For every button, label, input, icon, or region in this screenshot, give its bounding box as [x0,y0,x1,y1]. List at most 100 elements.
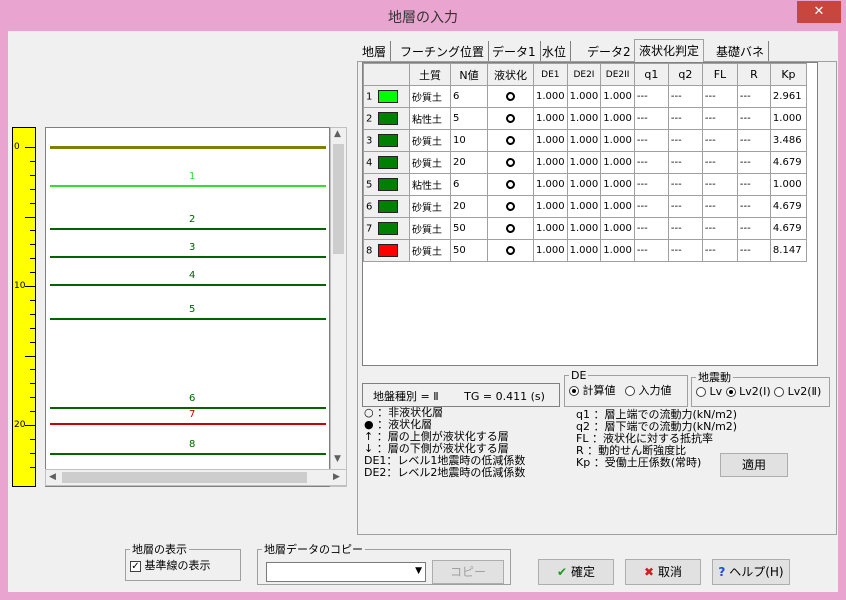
scroll-left-icon[interactable]: ◀ [49,472,56,482]
cell-de1[interactable]: 1.000 [533,173,568,196]
cell-soil[interactable]: 砂質土 [409,151,451,174]
quake-lv2-1-radio[interactable] [725,387,736,397]
cell-q1[interactable]: --- [633,195,669,218]
table-row[interactable]: 7 砂質土 50 1.000 1.000 1.000 --- --- --- --- 4.679 [363,217,807,240]
cell-q1[interactable]: --- [633,85,669,108]
cell-de2i[interactable]: 1.000 [566,151,602,174]
row-header[interactable]: 5 [363,173,410,196]
cell-de2ii[interactable]: 1.000 [600,85,635,108]
cell-fl[interactable]: --- [701,85,738,108]
liquefaction-cell[interactable] [487,239,534,262]
stratum-color-swatch[interactable] [378,178,399,191]
liquefaction-grid[interactable]: 土質 N値 液状化 DE1 DE2I DE2II q1 q2 FL R Kp 1… [362,62,818,366]
cell-fl[interactable]: --- [701,217,738,240]
stratum-color-swatch[interactable] [378,156,399,169]
liquefaction-cell[interactable] [487,151,534,174]
liquefaction-cell[interactable] [487,173,534,196]
stratum-color-swatch[interactable] [378,222,399,235]
cell-de2i[interactable]: 1.000 [566,129,602,152]
cell-r[interactable]: --- [736,239,771,262]
tab-liquefaction[interactable]: 液状化判定 [634,39,705,62]
tab-water-level[interactable]: 水位 [538,41,572,61]
cell-de1[interactable]: 1.000 [533,151,568,174]
cell-q2[interactable]: --- [667,107,703,130]
tab-data1[interactable]: データ1 [488,41,541,61]
cell-de1[interactable]: 1.000 [533,195,568,218]
cell-q2[interactable]: --- [667,173,703,196]
vertical-scroll-thumb[interactable] [333,144,344,254]
cell-q1[interactable]: --- [633,107,669,130]
copy-button[interactable]: コピー [432,560,504,584]
quake-lv2-2-label[interactable]: Lv2(Ⅱ) [788,385,822,398]
cell-de2ii[interactable]: 1.000 [600,217,635,240]
cell-kp[interactable]: 2.961 [769,85,807,108]
cell-n[interactable]: 20 [450,151,488,174]
cell-de2i[interactable]: 1.000 [566,217,602,240]
cell-de1[interactable]: 1.000 [533,239,568,262]
cell-de2i[interactable]: 1.000 [566,107,602,130]
cell-n[interactable]: 6 [450,173,488,196]
cell-fl[interactable]: --- [701,239,738,262]
cell-soil[interactable]: 砂質土 [409,195,451,218]
cell-fl[interactable]: --- [701,173,738,196]
table-row[interactable]: 6 砂質土 20 1.000 1.000 1.000 --- --- --- --- 4.679 [363,195,807,218]
cell-r[interactable]: --- [736,217,771,240]
tab-strata[interactable]: 地層 [358,41,392,61]
cell-de2ii[interactable]: 1.000 [600,107,635,130]
cell-soil[interactable]: 砂質土 [409,129,451,152]
cell-de2ii[interactable]: 1.000 [600,129,635,152]
cell-fl[interactable]: --- [701,151,738,174]
strata-view[interactable]: 1 2 3 4 5 6 7 8 [45,127,330,487]
cell-de2i[interactable]: 1.000 [566,239,602,262]
cell-de1[interactable]: 1.000 [533,85,568,108]
table-row[interactable]: 5 粘性土 6 1.000 1.000 1.000 --- --- --- --- 1.000 [363,173,807,196]
close-button[interactable]: ✕ [797,1,841,23]
de-calc-label[interactable]: 計算値 [583,384,616,397]
help-button[interactable]: ? ヘルプ(H) [712,559,790,585]
cell-r[interactable]: --- [736,85,771,108]
cell-soil[interactable]: 砂質土 [409,85,451,108]
cell-de1[interactable]: 1.000 [533,217,568,240]
cell-r[interactable]: --- [736,107,771,130]
cell-n[interactable]: 50 [450,239,488,262]
cell-r[interactable]: --- [736,195,771,218]
row-header[interactable]: 6 [363,195,410,218]
ok-button[interactable]: ✔ 確定 [538,559,614,585]
cell-r[interactable]: --- [736,173,771,196]
scroll-up-icon[interactable]: ▲ [334,129,341,139]
table-row[interactable]: 2 粘性土 5 1.000 1.000 1.000 --- --- --- --- 1.000 [363,107,807,130]
cell-de2ii[interactable]: 1.000 [600,173,635,196]
horizontal-scrollbar[interactable]: ◀ ▶ [45,469,347,486]
tab-footing-position[interactable]: フーチング位置 [396,41,490,61]
baseline-checkbox[interactable]: ✓ [130,560,141,572]
stratum-color-swatch[interactable] [378,200,399,213]
cell-q1[interactable]: --- [633,129,669,152]
quake-lv1-radio[interactable] [696,387,706,397]
row-header[interactable]: 8 [363,239,410,262]
cell-n[interactable]: 10 [450,129,488,152]
cell-n[interactable]: 20 [450,195,488,218]
scroll-down-icon[interactable]: ▼ [334,454,341,464]
cell-q1[interactable]: --- [633,217,669,240]
cell-fl[interactable]: --- [701,107,738,130]
cell-soil[interactable]: 粘性土 [409,173,451,196]
tab-foundation-spring[interactable]: 基礎バネ [712,41,770,61]
cell-de2ii[interactable]: 1.000 [600,151,635,174]
scroll-right-icon[interactable]: ▶ [333,472,340,482]
cell-de1[interactable]: 1.000 [533,107,568,130]
de-input-radio[interactable] [625,386,635,396]
cell-kp[interactable]: 1.000 [769,107,807,130]
apply-button[interactable]: 適用 [720,453,788,477]
cell-q2[interactable]: --- [667,85,703,108]
cancel-button[interactable]: ✖ 取消 [625,559,701,585]
cell-soil[interactable]: 砂質土 [409,239,451,262]
baseline-checkbox-label[interactable]: 基準線の表示 [145,559,211,572]
cell-kp[interactable]: 4.679 [769,217,807,240]
cell-r[interactable]: --- [736,129,771,152]
quake-lv2-2-radio[interactable] [774,387,785,397]
cell-de2i[interactable]: 1.000 [566,195,602,218]
quake-lv2-1-label[interactable]: Lv2(Ⅰ) [739,385,770,398]
tab-data2[interactable]: データ2 [583,41,636,61]
liquefaction-cell[interactable] [487,85,534,108]
cell-q2[interactable]: --- [667,239,703,262]
